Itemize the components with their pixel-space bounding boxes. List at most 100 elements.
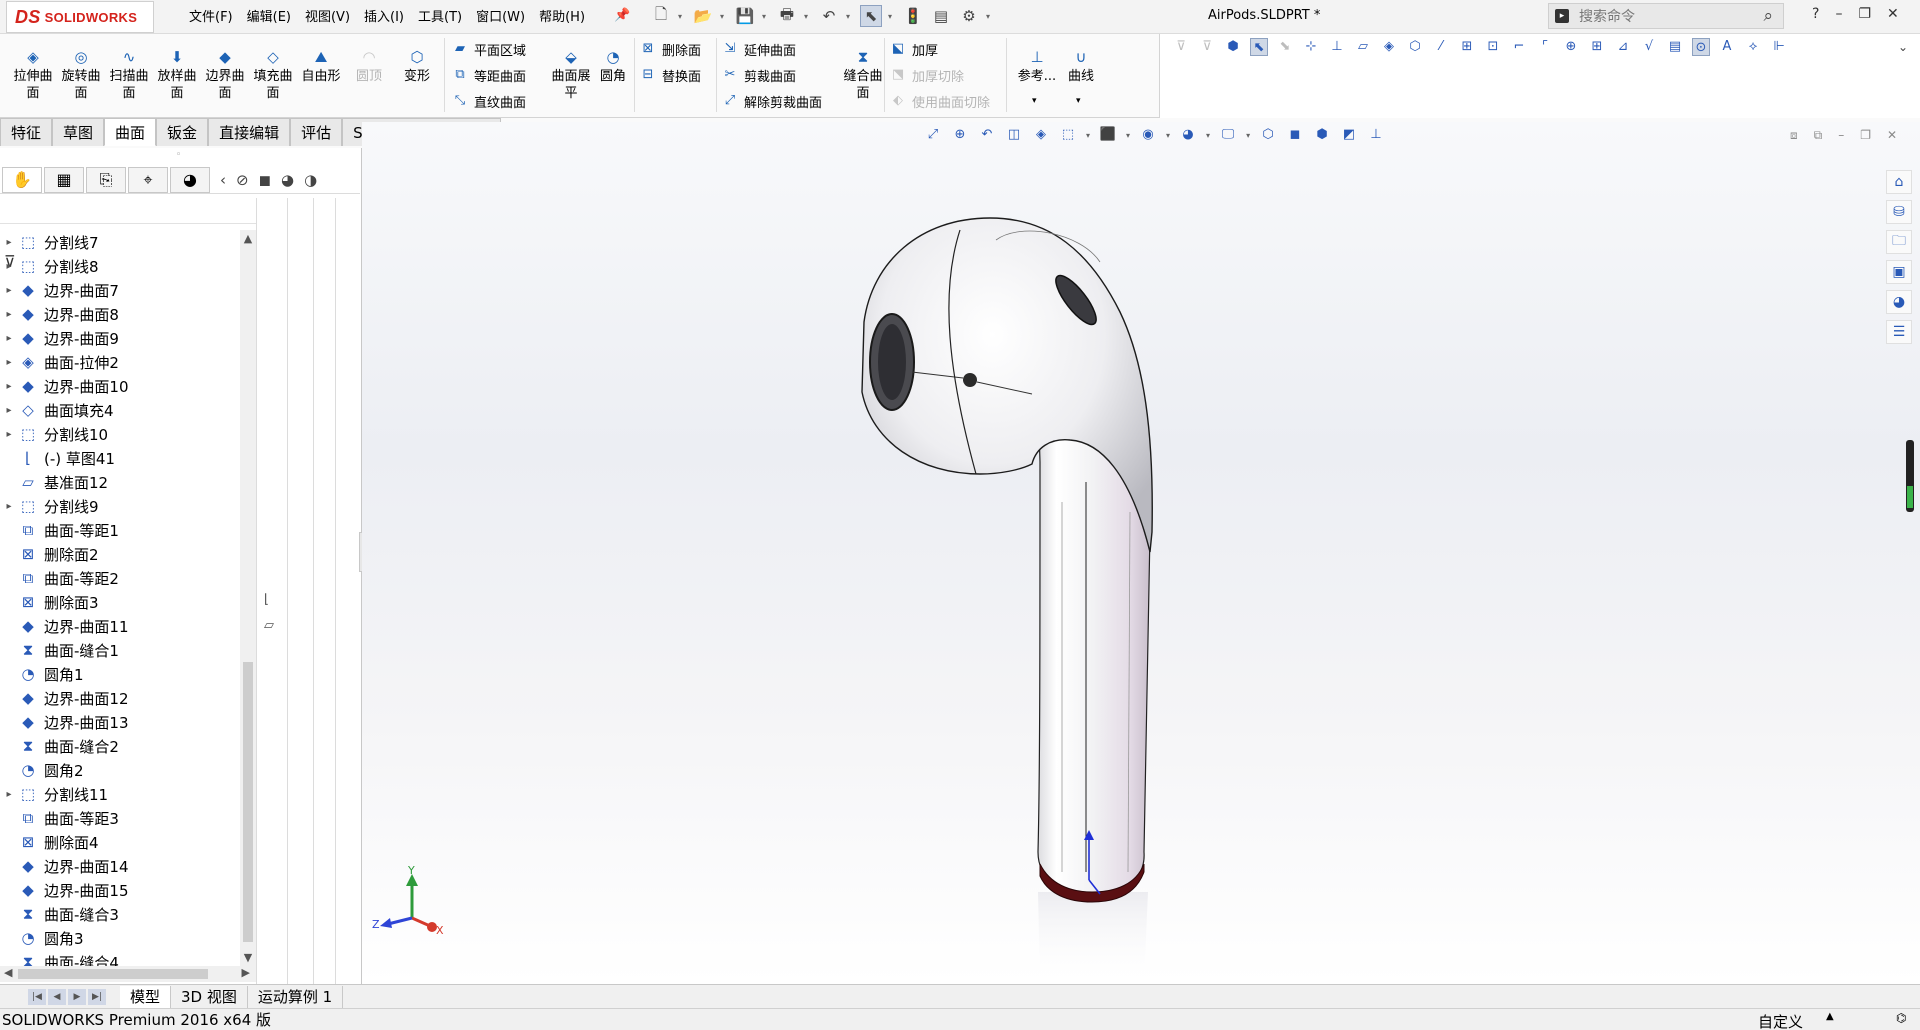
scroll-up-icon[interactable]: ▲ xyxy=(240,232,256,245)
tree-item[interactable]: ▸ ◆ 边界-曲面9 xyxy=(0,326,240,350)
edge-icon[interactable]: ⌐ xyxy=(1510,38,1528,56)
save-icon[interactable]: 💾 xyxy=(734,5,756,27)
filter-toolbar-icon[interactable]: ⊽ xyxy=(1172,38,1190,56)
tree-item[interactable]: ▸ ◇ 曲面填充4 xyxy=(0,398,240,422)
viewport-maximize-icon[interactable]: ❐ xyxy=(1860,128,1871,143)
tree-item[interactable]: ◆ 边界-曲面13 xyxy=(0,710,240,734)
view-palette-icon[interactable]: ▣ xyxy=(1886,260,1912,284)
restore-icon[interactable]: ❐ xyxy=(1858,6,1871,22)
tree-item[interactable]: ◆ 边界-曲面12 xyxy=(0,686,240,710)
tree-vertical-scrollbar[interactable]: ▲ ▼ xyxy=(240,230,256,966)
measure-icon[interactable]: ⊩ xyxy=(1770,38,1788,56)
select-icon[interactable]: ⬉ xyxy=(1250,38,1268,56)
last-tab-icon[interactable]: ▶| xyxy=(88,988,106,1005)
tree-item[interactable]: ▸ ⬚ 分割线7 xyxy=(0,230,240,254)
close-icon[interactable]: ✕ xyxy=(1887,6,1899,22)
tree-item[interactable]: ⧗ 曲面-缝合3 xyxy=(0,902,240,926)
ribbon-button[interactable]: ◈ 拉伸曲面 xyxy=(10,48,56,102)
ribbon-small-button[interactable]: ⤢ 解除剪裁曲面 xyxy=(722,90,822,112)
tree-item[interactable]: ▸ ⬚ 分割线8 xyxy=(0,254,240,278)
section-view-icon[interactable]: ◫ xyxy=(1005,126,1023,144)
ribbon-button[interactable]: ⧗ 缝合曲面 xyxy=(840,48,886,102)
search-input[interactable]: 搜索命令 xyxy=(1579,6,1635,26)
filter-faces-icon[interactable]: ⬢ xyxy=(1224,38,1242,56)
tree-item[interactable]: ▸ ◈ 曲面-拉伸2 xyxy=(0,350,240,374)
expand-arrow-icon[interactable]: ▸ xyxy=(0,285,18,296)
tree-item[interactable]: ◔ 圆角2 xyxy=(0,758,240,782)
task-pane-scroll-indicator[interactable] xyxy=(1906,440,1914,512)
appearance-icon[interactable]: ◕ xyxy=(281,171,294,189)
expand-arrow-icon[interactable]: ▸ xyxy=(0,405,18,416)
tree-item[interactable]: ⧉ 曲面-等距3 xyxy=(0,806,240,830)
minimize-icon[interactable]: – xyxy=(1835,6,1842,22)
expand-arrow-icon[interactable]: ▸ xyxy=(0,261,18,272)
scroll-left-icon[interactable]: ◀ xyxy=(4,966,12,979)
custom-properties-icon[interactable]: ☰ xyxy=(1886,320,1912,344)
menu-item[interactable]: 插入(I) xyxy=(357,8,411,28)
open-document-icon[interactable]: 📂 xyxy=(692,5,714,27)
ribbon-button[interactable]: ⬇ 放样曲面 xyxy=(154,48,200,102)
rebuild-status-icon[interactable]: ⌬ xyxy=(1896,1011,1906,1025)
file-explorer-icon[interactable]: 🗀 xyxy=(1886,230,1912,254)
tree-item[interactable]: ▸ ⬚ 分割线11 xyxy=(0,782,240,806)
prev-tab-icon[interactable]: ◀ xyxy=(48,988,66,1005)
ribbon-small-button[interactable]: ⤡ 直纹曲面 xyxy=(452,90,526,112)
bottom-tab-0[interactable]: 模型 xyxy=(120,985,172,1008)
tree-item[interactable]: ▸ ◆ 边界-曲面10 xyxy=(0,374,240,398)
tree-item[interactable]: ◆ 边界-曲面14 xyxy=(0,854,240,878)
dropdown-arrow-icon[interactable]: ▾ xyxy=(1126,131,1130,140)
dropdown-arrow-icon[interactable]: ▾ xyxy=(1086,131,1090,140)
ribbon-button[interactable]: ∪ 曲线 xyxy=(1058,48,1104,85)
menu-item[interactable]: 编辑(E) xyxy=(240,8,298,28)
scroll-down-icon[interactable]: ▼ xyxy=(240,951,256,964)
normal-to-icon[interactable]: ⊥ xyxy=(1367,126,1385,144)
expand-arrow-icon[interactable]: ▸ xyxy=(0,237,18,248)
front-view-icon[interactable]: ◼ xyxy=(1286,126,1304,144)
property-manager-tab[interactable]: ▦ xyxy=(44,166,84,193)
expand-arrow-icon[interactable]: ▸ xyxy=(0,309,18,320)
relation-icon[interactable]: √ xyxy=(1640,38,1658,56)
viewport-restore-icon[interactable]: ⧈ xyxy=(1790,128,1798,143)
ribbon-button[interactable]: ⬡ 变形 xyxy=(394,48,440,85)
annotation-icon[interactable]: A xyxy=(1718,38,1736,56)
tree-item[interactable]: ▸ ⬚ 分割线10 xyxy=(0,422,240,446)
menu-item[interactable]: 帮助(H) xyxy=(532,8,592,28)
file-properties-icon[interactable]: ▤ xyxy=(930,5,952,27)
apply-scene-icon[interactable]: 🖵 xyxy=(1219,126,1237,144)
ribbon-button[interactable]: ◔ 圆角 xyxy=(590,48,636,85)
dropdown-arrow-icon[interactable]: ▾ xyxy=(1246,131,1250,140)
tab-1[interactable]: 草图 xyxy=(52,118,105,146)
curve-icon[interactable]: ⟡ xyxy=(1744,38,1762,56)
axis-icon[interactable]: ⊥ xyxy=(1328,38,1346,56)
zoom-to-area-icon[interactable]: ⊕ xyxy=(951,126,969,144)
point-icon[interactable]: ⊹ xyxy=(1302,38,1320,56)
dimxpert-manager-tab[interactable]: ⌖ xyxy=(128,166,168,193)
dropdown-arrow-icon[interactable]: ▾ xyxy=(678,12,686,21)
zoom-selection-icon[interactable]: ⊙ xyxy=(1692,38,1710,56)
airpod-model[interactable] xyxy=(800,212,1180,982)
dropdown-arrow-icon[interactable]: ▾ xyxy=(1206,131,1210,140)
tree-item[interactable]: ⊠ 删除面2 xyxy=(0,542,240,566)
ribbon-small-button[interactable]: ⧉ 等距曲面 xyxy=(452,64,526,86)
curves-dropdown-icon[interactable]: ▾ xyxy=(1076,96,1081,106)
tree-item[interactable]: ◔ 圆角3 xyxy=(0,926,240,950)
tab-0[interactable]: 特征 xyxy=(0,118,53,146)
tree-item[interactable]: ◆ 边界-曲面11 xyxy=(0,614,240,638)
tab-3[interactable]: 钣金 xyxy=(156,118,209,146)
bottom-tab-1[interactable]: 3D 视图 xyxy=(171,985,248,1008)
configuration-manager-tab[interactable]: ⎘ xyxy=(86,166,126,193)
expand-arrow-icon[interactable]: ▸ xyxy=(0,429,18,440)
dropdown-arrow-icon[interactable]: ▾ xyxy=(846,12,854,21)
tree-item[interactable]: ▱ 基准面12 xyxy=(0,470,240,494)
ribbon-small-button[interactable]: ⊟ 替换面 xyxy=(640,64,701,86)
scene-icon[interactable]: ◑ xyxy=(304,171,317,189)
expand-arrow-icon[interactable]: ▸ xyxy=(0,501,18,512)
tree-item[interactable]: ⊠ 删除面4 xyxy=(0,830,240,854)
search-commands[interactable]: ▸ 搜索命令 ⌕ xyxy=(1548,3,1784,29)
ribbon-small-button[interactable]: ⇲ 延伸曲面 xyxy=(722,38,796,60)
print-icon[interactable]: 🖶 xyxy=(776,5,798,27)
expand-arrow-icon[interactable]: ▸ xyxy=(0,789,18,800)
ribbon-small-button[interactable]: ⊠ 删除面 xyxy=(640,38,701,60)
panel-gripper[interactable]: ◦ xyxy=(176,150,181,160)
menu-item[interactable]: 工具(T) xyxy=(411,8,469,28)
